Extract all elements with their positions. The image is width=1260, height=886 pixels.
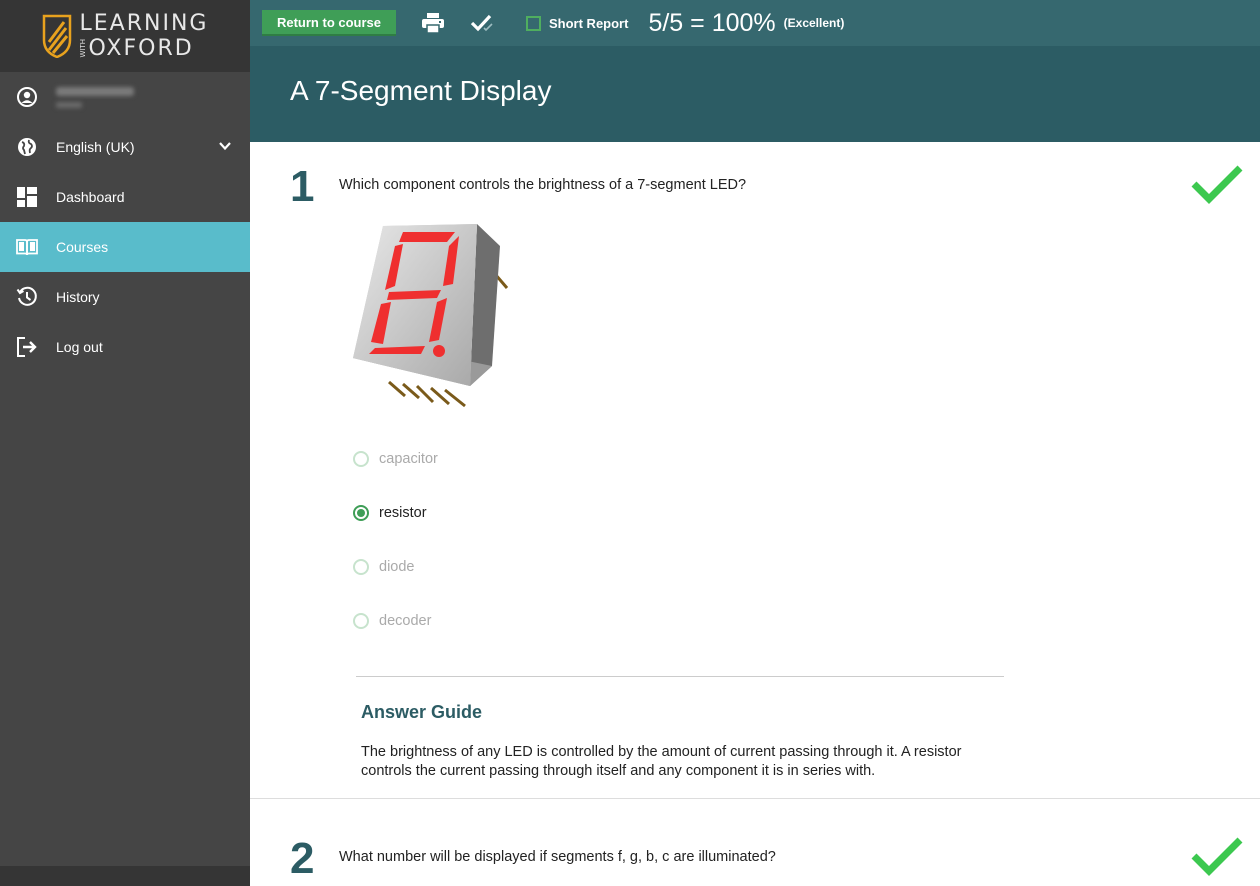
answer-guide-text: The brightness of any LED is controlled … — [361, 744, 962, 779]
shield-logo-icon — [42, 14, 71, 58]
return-to-course-button[interactable]: Return to course — [262, 10, 396, 36]
dashboard-icon — [16, 186, 38, 208]
radio-button[interactable] — [353, 451, 369, 467]
option-label: capacitor — [379, 451, 438, 467]
answer-guide-divider — [356, 676, 1004, 677]
answer-options: capacitor resistor diode decoder — [353, 432, 438, 648]
history-icon — [16, 286, 38, 308]
option-diode[interactable]: diode — [353, 540, 438, 594]
radio-button[interactable] — [353, 559, 369, 575]
score-rating: (Excellent) — [783, 16, 845, 30]
page-title: A 7-Segment Display — [290, 75, 552, 106]
question-text: What number will be displayed if segment… — [339, 849, 776, 865]
globe-icon — [16, 136, 38, 158]
brand-logo[interactable]: LEARNING WITH OXFORD — [42, 10, 209, 61]
sidebar-item-courses[interactable]: Courses — [0, 222, 250, 272]
question-text: Which component controls the brightness … — [339, 177, 747, 193]
user-avatar-icon — [16, 86, 38, 108]
sidebar-item-history[interactable]: History — [0, 272, 250, 322]
option-label: decoder — [379, 613, 432, 629]
sidebar-user[interactable] — [0, 72, 250, 122]
correct-checkmark-icon — [1190, 164, 1244, 211]
brand-with: WITH — [78, 39, 87, 58]
question-number: 1 — [290, 162, 315, 211]
score-value: 5/5 = 100% — [648, 8, 776, 37]
sidebar-item-label: Courses — [56, 239, 109, 255]
user-name-blurred — [56, 86, 134, 96]
question-separator — [250, 798, 1260, 799]
sidebar-item-logout[interactable]: Log out — [0, 322, 250, 372]
sidebar-nav: English (UK) Dashboard Courses History L… — [0, 72, 250, 372]
short-report-label: Short Report — [549, 15, 629, 31]
sidebar-item-label: Log out — [56, 339, 103, 355]
answer-guide-title: Answer Guide — [361, 702, 483, 722]
brand-line1: LEARNING — [79, 10, 209, 36]
seven-segment-led-image — [345, 216, 515, 416]
user-role-blurred — [56, 101, 82, 108]
logout-icon — [16, 336, 38, 358]
double-check-icon[interactable] — [470, 14, 494, 32]
correct-checkmark-icon — [1190, 836, 1244, 883]
printer-icon[interactable] — [422, 13, 444, 33]
brand-line2: OXFORD — [88, 35, 194, 61]
question-number: 2 — [290, 834, 315, 883]
user-info — [56, 86, 134, 108]
option-capacitor[interactable]: capacitor — [353, 432, 438, 486]
quiz-results: 1 Which component controls the brightnes… — [250, 142, 1260, 886]
chevron-down-icon[interactable] — [218, 139, 232, 156]
brand-line2-row: WITH OXFORD — [78, 35, 209, 61]
radio-button[interactable] — [353, 613, 369, 629]
short-report-checkbox[interactable] — [526, 15, 541, 31]
brand-logo-area[interactable]: LEARNING WITH OXFORD — [0, 0, 250, 72]
title-bar: A 7-Segment Display — [250, 46, 1260, 142]
language-label: English (UK) — [56, 139, 135, 155]
sidebar-footer — [0, 866, 250, 886]
brand-wordmark: LEARNING WITH OXFORD — [78, 10, 209, 61]
book-icon — [16, 236, 38, 258]
option-decoder[interactable]: decoder — [353, 594, 438, 648]
toolbar: Return to course Short Report 5/5 = 100%… — [250, 0, 1260, 46]
sidebar: LEARNING WITH OXFORD English (UK) Dashbo… — [0, 0, 250, 886]
sidebar-item-label: Dashboard — [56, 189, 125, 205]
option-label: resistor — [379, 505, 427, 521]
option-resistor[interactable]: resistor — [353, 486, 438, 540]
radio-button-selected[interactable] — [353, 505, 369, 521]
option-label: diode — [379, 559, 415, 575]
sidebar-item-label: History — [56, 289, 100, 305]
language-selector[interactable]: English (UK) — [0, 122, 250, 172]
short-report-toggle[interactable]: Short Report — [526, 15, 629, 31]
sidebar-item-dashboard[interactable]: Dashboard — [0, 172, 250, 222]
